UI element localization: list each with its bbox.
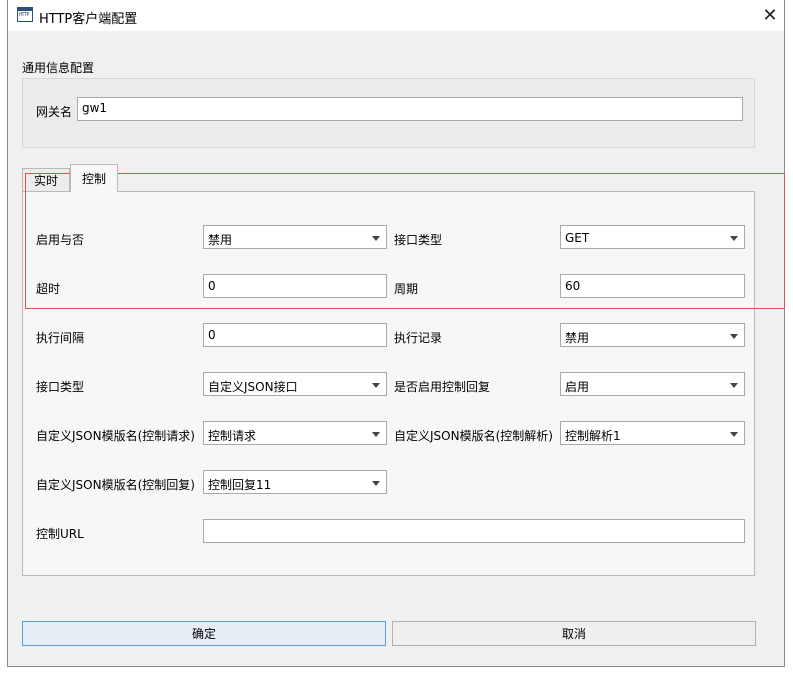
tpl-reply-label: 自定义JSON模版名(控制回复) — [36, 478, 195, 492]
interface-type-label: 接口类型 — [394, 233, 443, 247]
enable-select[interactable]: 禁用 — [203, 225, 387, 249]
general-section-label: 通用信息配置 — [22, 61, 95, 75]
url-field[interactable] — [203, 519, 745, 543]
general-group: 网关名 gw1 — [22, 78, 755, 148]
tab-realtime[interactable]: 实时 — [22, 168, 70, 191]
enable-select-value: 禁用 — [208, 233, 233, 247]
ctrl-reply-enable-select[interactable]: 启用 — [560, 372, 745, 396]
timeout-field[interactable]: 0 — [203, 274, 387, 298]
ok-button[interactable]: 确定 — [22, 621, 386, 646]
chevron-down-icon — [372, 236, 380, 241]
period-label: 周期 — [394, 282, 419, 296]
tpl-reply-select-value: 控制回复11 — [208, 478, 272, 492]
tpl-request-select[interactable]: 控制请求 — [203, 421, 387, 445]
app-icon: HTTP — [17, 7, 33, 22]
timeout-label: 超时 — [36, 282, 61, 296]
exec-interval-field[interactable]: 0 — [203, 323, 387, 347]
chevron-down-icon — [372, 432, 380, 437]
interface-type-select-value: GET — [565, 231, 590, 245]
tpl-parse-label: 自定义JSON模版名(控制解析) — [394, 429, 553, 443]
tpl-reply-select[interactable]: 控制回复11 — [203, 470, 387, 494]
tpl-parse-select[interactable]: 控制解析1 — [560, 421, 745, 445]
gateway-label: 网关名 — [36, 105, 73, 119]
window-title: HTTP客户端配置 — [39, 12, 138, 27]
tab-control[interactable]: 控制 — [70, 164, 118, 192]
ctrl-interface-type-label: 接口类型 — [36, 380, 85, 394]
tpl-request-select-value: 控制请求 — [208, 429, 257, 443]
ctrl-interface-type-select[interactable]: 自定义JSON接口 — [203, 372, 387, 396]
ctrl-reply-enable-label: 是否启用控制回复 — [394, 380, 491, 394]
chevron-down-icon — [730, 432, 738, 437]
tpl-request-label: 自定义JSON模版名(控制请求) — [36, 429, 195, 443]
close-button[interactable]: ✕ — [756, 2, 784, 29]
period-field[interactable]: 60 — [560, 274, 745, 298]
exec-record-label: 执行记录 — [394, 331, 443, 345]
exec-record-select-value: 禁用 — [565, 331, 590, 345]
ctrl-interface-type-select-value: 自定义JSON接口 — [208, 380, 298, 394]
chevron-down-icon — [730, 383, 738, 388]
exec-record-select[interactable]: 禁用 — [560, 323, 745, 347]
app-icon-text: HTTP — [19, 12, 30, 18]
tpl-parse-select-value: 控制解析1 — [565, 429, 621, 443]
chevron-down-icon — [730, 334, 738, 339]
gateway-input[interactable]: gw1 — [77, 97, 743, 121]
chevron-down-icon — [372, 383, 380, 388]
cancel-button[interactable]: 取消 — [392, 621, 756, 646]
chevron-down-icon — [372, 481, 380, 486]
exec-interval-label: 执行间隔 — [36, 331, 85, 345]
close-icon: ✕ — [762, 5, 778, 26]
title-bar[interactable]: HTTP HTTP客户端配置 ✕ — [8, 0, 784, 31]
control-tab-pane: 启用与否 禁用 接口类型 GET 超时 0 周期 60 执行间隔 0 执行记录 … — [22, 191, 755, 576]
ctrl-reply-enable-select-value: 启用 — [565, 380, 590, 394]
dialog-window: HTTP HTTP客户端配置 ✕ 通用信息配置 网关名 gw1 实时 控制 启用… — [7, 0, 785, 667]
enable-label: 启用与否 — [36, 233, 85, 247]
url-label: 控制URL — [36, 527, 84, 541]
chevron-down-icon — [730, 236, 738, 241]
interface-type-select[interactable]: GET — [560, 225, 745, 249]
